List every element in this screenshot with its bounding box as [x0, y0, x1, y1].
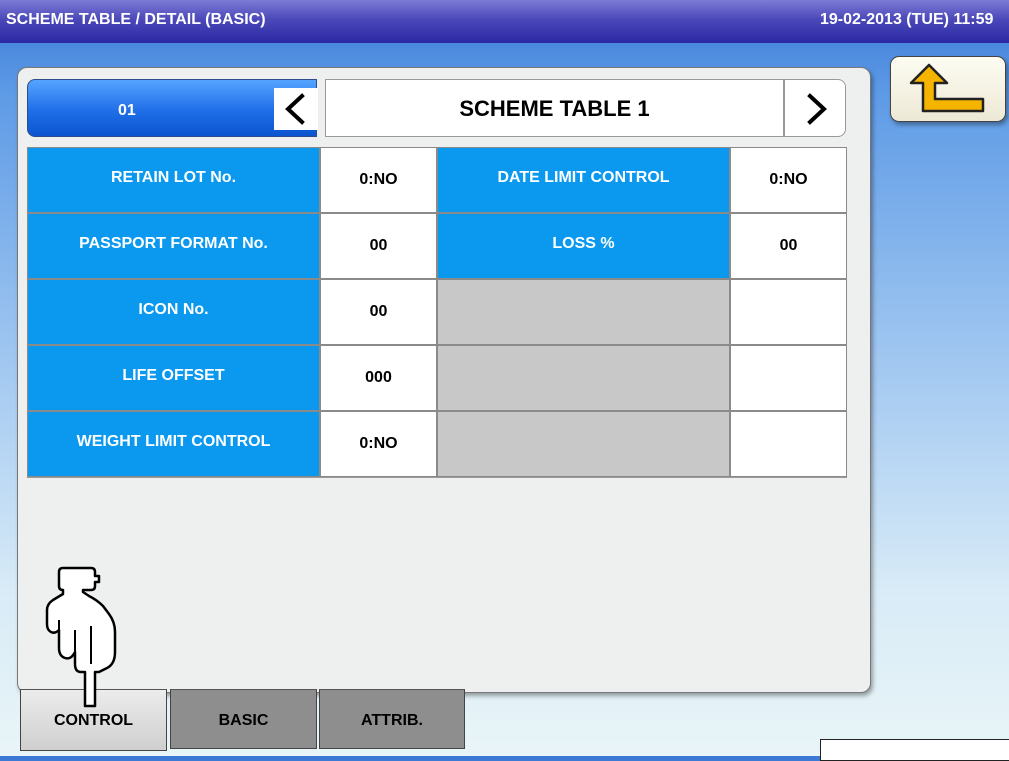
- empty-label-cell: [437, 345, 730, 411]
- scheme-name: SCHEME TABLE 1: [459, 96, 650, 121]
- loss-percent-label[interactable]: LOSS %: [437, 213, 730, 279]
- empty-value-cell: [730, 411, 847, 477]
- scheme-name-field[interactable]: SCHEME TABLE 1: [325, 79, 784, 137]
- empty-label-cell: [437, 279, 730, 345]
- loss-percent-value[interactable]: 00: [730, 213, 847, 279]
- back-button[interactable]: [890, 56, 1006, 122]
- return-arrow-icon: [909, 63, 985, 113]
- tab-basic[interactable]: BASIC: [170, 689, 317, 749]
- chevron-left-icon: [274, 88, 318, 130]
- chevron-right-icon: [807, 93, 827, 125]
- next-button[interactable]: [784, 79, 846, 137]
- status-box: [820, 739, 1009, 761]
- datetime-display: 19-02-2013 (TUE) 11:59: [820, 11, 994, 28]
- date-limit-control-value[interactable]: 0:NO: [730, 147, 847, 213]
- retain-lot-value[interactable]: 0:NO: [320, 147, 437, 213]
- empty-label-cell: [437, 411, 730, 477]
- hand-pointer-icon: [45, 566, 117, 708]
- icon-no-value[interactable]: 00: [320, 279, 437, 345]
- icon-no-label[interactable]: ICON No.: [27, 279, 320, 345]
- tab-attrib[interactable]: ATTRIB.: [319, 689, 465, 749]
- empty-value-cell: [730, 345, 847, 411]
- settings-grid: RETAIN LOT No. 0:NO DATE LIMIT CONTROL 0…: [27, 147, 847, 478]
- prev-button[interactable]: [274, 88, 318, 130]
- life-offset-value[interactable]: 000: [320, 345, 437, 411]
- title-bar: SCHEME TABLE / DETAIL (BASIC) 19-02-2013…: [0, 0, 1009, 43]
- retain-lot-label[interactable]: RETAIN LOT No.: [27, 147, 320, 213]
- weight-limit-control-label[interactable]: WEIGHT LIMIT CONTROL: [27, 411, 320, 477]
- passport-format-label[interactable]: PASSPORT FORMAT No.: [27, 213, 320, 279]
- scheme-number-button[interactable]: 01: [27, 79, 318, 137]
- scheme-number: 01: [118, 102, 136, 119]
- passport-format-value[interactable]: 00: [320, 213, 437, 279]
- empty-value-cell: [730, 279, 847, 345]
- date-limit-control-label[interactable]: DATE LIMIT CONTROL: [437, 147, 730, 213]
- weight-limit-control-value[interactable]: 0:NO: [320, 411, 437, 477]
- life-offset-label[interactable]: LIFE OFFSET: [27, 345, 320, 411]
- screen-title: SCHEME TABLE / DETAIL (BASIC): [6, 11, 266, 28]
